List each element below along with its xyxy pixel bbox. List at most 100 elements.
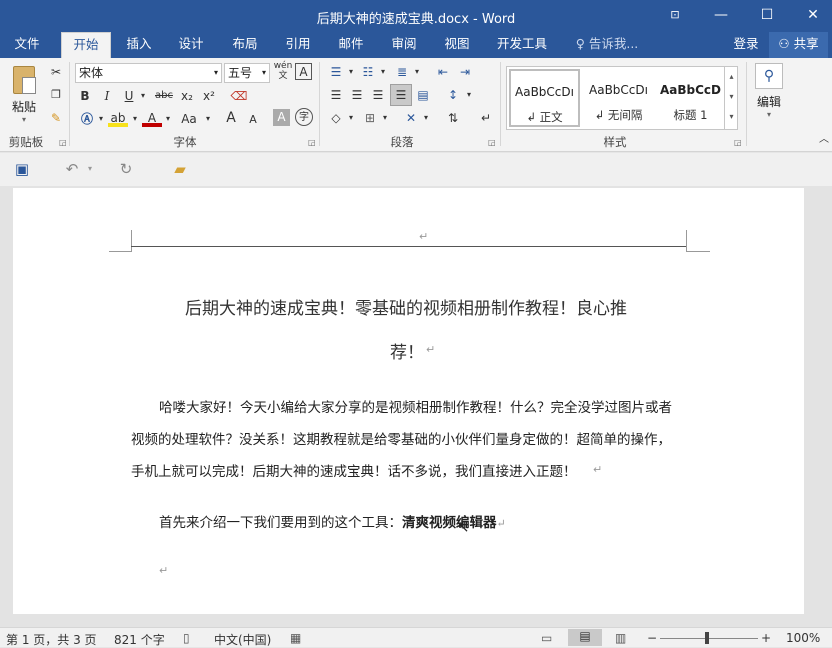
chevron-down-icon[interactable]: ▾ (133, 86, 153, 106)
paragraph-mark: ↵ (159, 564, 169, 577)
body-line-1: 哈喽大家好！今天小编给大家分享的是视频相册制作教程！什么？完全没学过图片或者 (159, 400, 672, 416)
sort-icon[interactable]: ⇅ (443, 108, 463, 128)
char-border-icon[interactable]: A (295, 63, 312, 80)
shrink-font-button[interactable]: A (243, 110, 263, 130)
chevron-down-icon[interactable]: ▾ (459, 85, 479, 105)
align-left-icon[interactable]: ☰ (326, 85, 346, 105)
tab-developer[interactable]: 开发工具 (490, 32, 554, 58)
group-separator (319, 62, 320, 146)
style-no-spacing[interactable]: AaBbCcDı ↲ 无间隔 (583, 69, 654, 127)
chevron-down-icon[interactable]: ▾ (198, 109, 218, 129)
style-heading-1[interactable]: AaBbCcD 标题 1 (655, 69, 726, 127)
open-folder-icon[interactable]: ▰ (170, 159, 190, 179)
page-count[interactable]: 第 1 页，共 3 页 (6, 631, 97, 648)
tab-home[interactable]: 开始 (61, 32, 111, 58)
undo-icon[interactable]: ↶ (62, 159, 82, 179)
paste-button[interactable]: 粘贴 ▾ (6, 62, 42, 124)
maximize-icon[interactable]: ☐ (744, 0, 790, 32)
style-normal[interactable]: AaBbCcDı ↲ 正文 (509, 69, 580, 127)
chevron-down-icon[interactable]: ▾ (158, 109, 178, 129)
superscript-button[interactable]: x² (199, 86, 219, 106)
macro-icon[interactable]: ▦ (290, 631, 301, 645)
style-name: 标题 1 (673, 108, 708, 122)
editing-button[interactable]: ⚲ 编辑 ▾ (752, 63, 786, 129)
tab-file[interactable]: 文件 (4, 32, 50, 58)
phonetic-guide-icon[interactable]: wén 文 (273, 61, 293, 81)
zoom-slider-track[interactable] (660, 638, 758, 639)
italic-button[interactable]: I (97, 86, 117, 106)
tool-name: 清爽视频编辑器 (402, 515, 497, 531)
word-count[interactable]: 821 个字 (114, 631, 165, 648)
header-paragraph-mark: ↵ (419, 230, 429, 243)
chevron-down-icon[interactable]: ▾ (407, 62, 427, 82)
tab-references[interactable]: 引用 (275, 32, 321, 58)
header-rule (131, 246, 686, 247)
share-button[interactable]: ⚇ 共享 (769, 32, 828, 58)
clear-format-icon[interactable]: ⌫ (229, 86, 249, 106)
zoom-level[interactable]: 100% (786, 631, 820, 645)
login-link[interactable]: 登录 (728, 32, 764, 58)
read-mode-icon[interactable]: ▭ (541, 631, 552, 645)
tab-layout[interactable]: 布局 (222, 32, 268, 58)
font-name-dropdown[interactable]: 宋体 ▾ (75, 63, 222, 83)
tab-insert[interactable]: 插入 (116, 32, 162, 58)
zoom-in-button[interactable]: + (761, 631, 771, 645)
close-icon[interactable]: ✕ (790, 0, 832, 32)
styles-launcher-icon[interactable]: ◲ (734, 138, 742, 147)
tell-me-text: 告诉我... (588, 36, 639, 51)
chevron-down-icon[interactable]: ▾ (80, 159, 100, 179)
tab-review[interactable]: 审阅 (381, 32, 427, 58)
clipboard-launcher-icon[interactable]: ◲ (59, 138, 67, 147)
decrease-indent-icon[interactable]: ⇤ (433, 62, 453, 82)
enclose-char-button[interactable]: 字 (295, 108, 313, 126)
ribbon-tabs: 文件 开始 插入 设计 布局 引用 邮件 审阅 视图 开发工具 ♀ 告诉我...… (0, 32, 832, 58)
styles-gallery: AaBbCcDı ↲ 正文 AaBbCcDı ↲ 无间隔 AaBbCcD 标题 1 (506, 66, 738, 130)
align-center-icon[interactable]: ☰ (347, 85, 367, 105)
style-name: ↲ 正文 (526, 110, 563, 124)
font-size-dropdown[interactable]: 五号 ▾ (224, 63, 270, 83)
cut-icon[interactable]: ✂ (46, 62, 66, 82)
body-line-2: 视频的处理软件？没关系！这期教程就是给零基础的小伙伴们量身定做的！超简单的操作， (131, 432, 671, 448)
grow-font-button[interactable]: A (221, 108, 241, 128)
quick-access-toolbar: ▣ ↶ ▾ ↻ ▰ (0, 153, 832, 186)
lightbulb-icon: ♀ (575, 36, 585, 51)
language[interactable]: 中文(中国) (214, 631, 271, 648)
print-layout-icon[interactable]: ▤ (568, 629, 602, 646)
font-launcher-icon[interactable]: ◲ (308, 138, 316, 147)
chevron-down-icon[interactable]: ▾ (373, 62, 393, 82)
web-layout-icon[interactable]: ▥ (615, 631, 626, 645)
tab-mailings[interactable]: 邮件 (328, 32, 374, 58)
minimize-icon[interactable]: — (698, 0, 744, 32)
paragraph-mark: ↵ (426, 343, 436, 356)
save-icon[interactable]: ▣ (12, 159, 32, 179)
chevron-down-icon[interactable]: ▾ (416, 108, 436, 128)
align-right-icon[interactable]: ☰ (368, 85, 388, 105)
format-painter-icon[interactable]: ✎ (46, 108, 66, 128)
styles-scroll[interactable]: ▴ ▾ ▾ (724, 67, 738, 129)
chevron-down-icon[interactable]: ▾ (341, 108, 361, 128)
copy-icon[interactable]: ❐ (46, 85, 66, 105)
bold-button[interactable]: B (75, 86, 95, 106)
zoom-out-button[interactable]: − (647, 631, 657, 645)
ribbon-display-icon[interactable]: ⊡ (652, 0, 698, 32)
collapse-ribbon-icon[interactable]: ︿ (814, 130, 832, 150)
document-page[interactable]: ↵ 后期大神的速成宝典！零基础的视频相册制作教程！良心推 荐！ ↵ 哈喽大家好！… (13, 188, 804, 614)
group-separator (746, 62, 747, 146)
strikethrough-button[interactable]: abc (152, 86, 176, 106)
redo-icon[interactable]: ↻ (116, 159, 136, 179)
tab-view[interactable]: 视图 (434, 32, 480, 58)
chevron-down-icon[interactable]: ▾ (375, 108, 395, 128)
distributed-icon[interactable]: ▤ (413, 85, 433, 105)
char-shading-button[interactable]: A (273, 109, 290, 126)
subscript-button[interactable]: x₂ (177, 86, 197, 106)
proofing-icon[interactable]: ▯ (183, 631, 190, 645)
increase-indent-icon[interactable]: ⇥ (455, 62, 475, 82)
tab-design[interactable]: 设计 (168, 32, 214, 58)
paragraph-launcher-icon[interactable]: ◲ (488, 138, 496, 147)
justify-icon[interactable]: ☰ (390, 84, 412, 106)
style-preview: AaBbCcDı (589, 83, 648, 97)
zoom-slider-thumb[interactable] (705, 632, 709, 644)
show-marks-icon[interactable]: ↵ (476, 108, 496, 128)
styles-group-label: 样式 (603, 135, 627, 149)
tell-me-box[interactable]: ♀ 告诉我... (572, 32, 642, 58)
